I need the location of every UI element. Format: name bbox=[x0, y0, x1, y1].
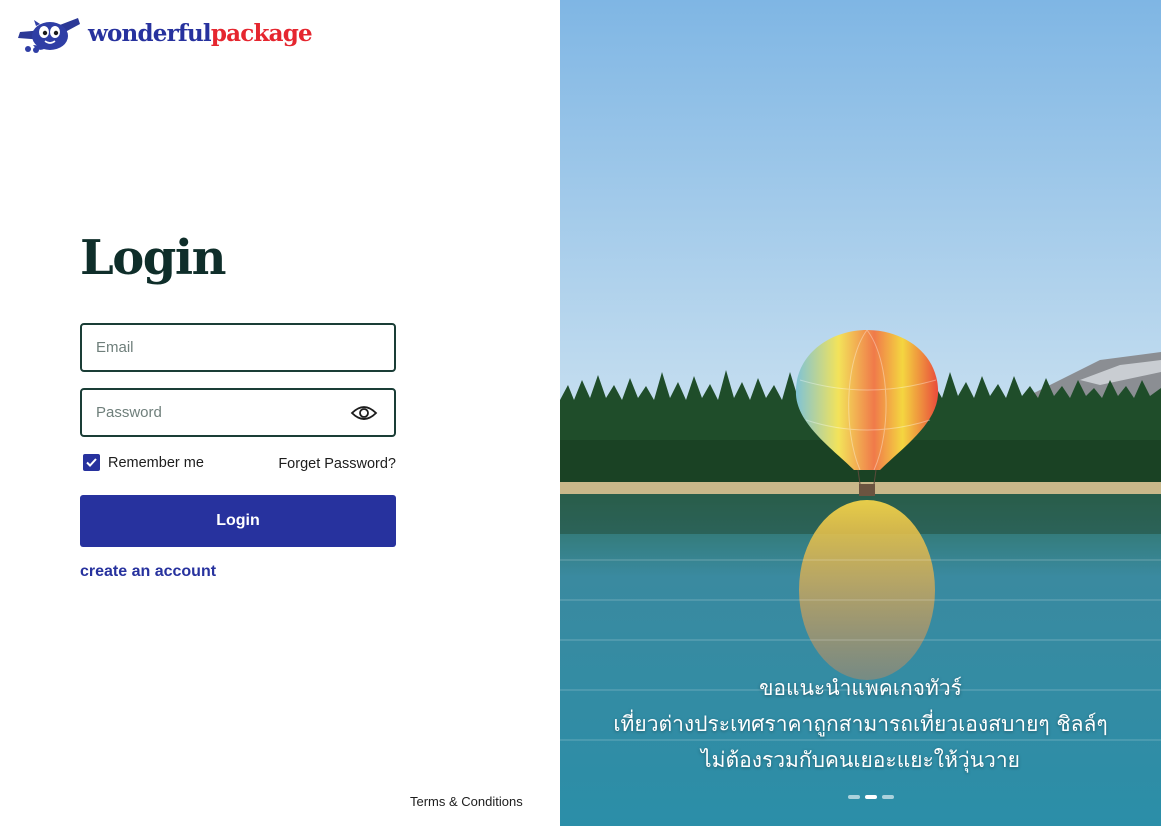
checkbox-box[interactable] bbox=[83, 454, 100, 471]
email-field[interactable] bbox=[82, 325, 394, 370]
airplane-mascot-icon bbox=[18, 18, 80, 53]
login-options-row: Remember me Forget Password? bbox=[80, 454, 396, 474]
brand-name-part2: package bbox=[210, 19, 313, 47]
carousel-dot[interactable] bbox=[848, 795, 860, 799]
carousel-dots bbox=[848, 795, 894, 799]
brand-logo[interactable]: wonderfulpackage bbox=[14, 12, 313, 54]
email-field-wrapper bbox=[80, 323, 396, 372]
show-password-eye-icon[interactable] bbox=[350, 403, 378, 423]
password-field[interactable] bbox=[82, 390, 394, 435]
terms-link[interactable]: Terms & Conditions bbox=[410, 794, 523, 809]
carousel-dot[interactable] bbox=[882, 795, 894, 799]
hero-panel: ขอแนะนำแพคเกจทัวร์ เที่ยวต่างประเทศราคาถ… bbox=[560, 0, 1161, 826]
carousel-dot-active[interactable] bbox=[865, 795, 877, 799]
page-title: Login bbox=[80, 230, 226, 286]
password-field-wrapper bbox=[80, 388, 396, 437]
login-pane: wonderfulpackage Login Remember me Forge… bbox=[0, 0, 560, 826]
brand-name-part1: wonderful bbox=[88, 19, 212, 47]
create-account-link[interactable]: create an account bbox=[80, 563, 216, 581]
brand-name: wonderfulpackage bbox=[88, 19, 313, 47]
caption-line: เที่ยวต่างประเทศราคาถูกสามารถเที่ยวเองสบ… bbox=[613, 712, 1108, 736]
forgot-password-link[interactable]: Forget Password? bbox=[278, 456, 396, 472]
caption-line: ไม่ต้องรวมกับคนเยอะแยะให้วุ่นวาย bbox=[701, 748, 1020, 772]
remember-me-checkbox[interactable]: Remember me bbox=[80, 454, 204, 471]
caption-line: ขอแนะนำแพคเกจทัวร์ bbox=[759, 676, 962, 700]
login-button[interactable]: Login bbox=[80, 495, 396, 547]
hero-caption: ขอแนะนำแพคเกจทัวร์ เที่ยวต่างประเทศราคาถ… bbox=[560, 670, 1161, 778]
remember-me-label: Remember me bbox=[108, 454, 204, 471]
check-icon bbox=[86, 458, 97, 467]
